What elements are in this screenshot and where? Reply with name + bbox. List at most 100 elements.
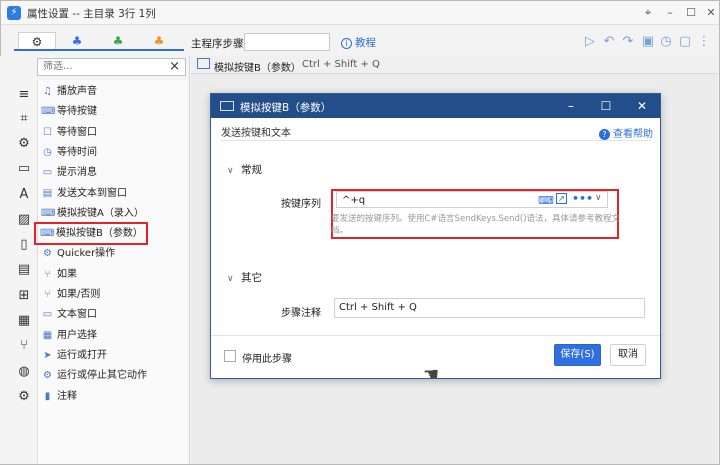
window-titlebar: ⚡ 属性设置 -- 主目录 3行 1列 ⌖ – ☐ ✕ [1,1,719,25]
green-cubes-icon: ♣ [112,34,124,48]
list-item[interactable]: ⌨ 模拟按键A（录入） [37,204,187,223]
list-item-icon: ☐ [43,126,52,138]
list-item[interactable]: ☐ 等待窗口 [37,123,187,142]
section-general[interactable]: ∨ 常规 [227,162,262,177]
maximize-icon[interactable]: ☐ [682,4,700,22]
branch-icon[interactable]: ⑂ [15,337,33,355]
hotkey-help-text: 要发送的按键序列。使用C#语言SendKeys.Send()语法，具体请参考教程… [331,214,621,236]
list-item[interactable]: ⌨ 模拟按键B（参数） [34,222,148,246]
list-item[interactable]: ♫ 播放声音 [37,82,187,101]
clear-icon[interactable]: × [169,59,180,75]
main-steps-input[interactable] [244,33,330,51]
more-icon[interactable]: ••• [572,192,593,205]
cancel-button[interactable]: 取消 [610,344,646,366]
table-icon[interactable]: ▦ [15,312,33,330]
disable-checkbox[interactable] [224,350,236,362]
chevron-down-icon[interactable]: ∨ [595,193,602,203]
list-item-label: 等待窗口 [57,126,97,138]
keyboard-icon[interactable]: ⌨ [538,194,554,207]
bookmark-icon[interactable]: ⌗ [15,110,33,128]
save-button[interactable]: 保存(S) [554,344,601,366]
redo-icon[interactable]: ↷ [620,34,636,50]
tutorial-label: 教程 [355,37,376,49]
close-icon[interactable]: ✕ [702,4,720,22]
list-item[interactable]: ⌨ 等待按键 [37,102,187,121]
globe-icon[interactable]: ◍ [15,363,33,381]
list-item[interactable]: ⑂ 如果/否则 [37,285,187,304]
list-item-icon: ⚙ [43,248,52,260]
list-item-label: 运行或打开 [57,349,107,361]
list-item-label: 发送文本到窗口 [57,187,127,199]
list-item-label: 等待按键 [57,106,97,118]
app-icon: ⚡ [7,6,21,20]
list-item-label: Quicker操作 [57,248,116,260]
divider [211,335,660,336]
clipboard-icon[interactable]: ▯ [15,236,33,254]
gears-small-icon[interactable]: ⚙ [15,388,33,406]
note-input[interactable]: Ctrl + Shift + Q [334,298,645,318]
list-item[interactable]: ▭ 文本窗口 [37,305,187,324]
list-item[interactable]: ⑂ 如果 [37,265,187,284]
list-item[interactable]: ▮ 注释 [37,387,187,406]
dialog-maximize-icon[interactable]: ☐ [597,97,615,115]
section-other[interactable]: ∨ 其它 [227,270,262,285]
list-item-icon: ⚙ [43,370,52,382]
tab-blue-cubes[interactable]: ♣ [58,32,96,50]
tab-orange-cubes[interactable]: ♣ [140,32,178,50]
list-item[interactable]: ▤ 发送文本到窗口 [37,184,187,203]
list-item[interactable]: ⚙ Quicker操作 [37,244,187,263]
save-icon[interactable]: ▣ [640,34,656,50]
list-item-label: 注释 [57,390,77,402]
tab-green-cubes[interactable]: ♣ [99,32,137,50]
list-item[interactable]: ⚙ 运行或停止其它动作 [37,366,187,385]
pin-icon[interactable]: ⌖ [639,4,657,22]
minimize-icon[interactable]: – [661,4,679,22]
help-link[interactable]: ? 查看帮助 [599,125,653,140]
list-item-icon: ▦ [42,329,53,341]
open-external-icon[interactable]: ↗ [556,193,567,204]
dialog-close-icon[interactable]: ✕ [633,97,651,115]
hand-cursor-icon: ☚ [423,364,440,385]
list-item-icon: ⌨ [40,228,55,240]
list-item-icon: ⑂ [44,268,51,280]
keyboard-icon [197,58,210,69]
window-title: 属性设置 -- 主目录 3行 1列 [27,8,156,20]
chevron-down-icon: ∨ [227,274,234,284]
document-icon[interactable]: ▤ [15,261,33,279]
list-item[interactable]: ▦ 用户选择 [37,326,187,345]
list-item[interactable]: ▭ 提示消息 [37,163,187,182]
step-dialog: 模拟按键B（参数） – ☐ ✕ 发送按键和文本 ? 查看帮助 ∨ 常规 按键序列 ^… [210,93,661,379]
clock-icon[interactable]: ◷ [658,34,674,50]
run-icon[interactable]: ▷ [582,34,598,50]
note-label: 步骤注释 [281,308,321,319]
hotkey-input[interactable] [336,191,608,208]
tutorial-link[interactable]: i 教程 [341,35,376,50]
list-item-icon: ▭ [42,167,53,179]
main-steps-label: 主程序步骤: [191,38,248,50]
windows-icon[interactable]: ⊞ [15,287,33,305]
section-general-label: 常规 [241,164,262,176]
image-icon[interactable]: ▨ [15,211,33,229]
list-item-icon: ▮ [44,390,51,402]
undo-icon[interactable]: ↶ [601,34,617,50]
breadcrumb-title[interactable]: 模拟按键B（参数） [214,59,301,74]
list-item[interactable]: ◷ 等待时间 [37,143,187,162]
list-item-label: 文本窗口 [57,309,97,321]
text-icon[interactable]: A [15,186,33,204]
more-icon[interactable]: ⋮ [696,34,712,50]
section-other-label: 其它 [241,272,262,284]
comment-icon[interactable]: ▢ [677,34,693,50]
settings-icon[interactable]: ⚙ [15,135,33,153]
window-icon[interactable]: ▭ [15,160,33,178]
dialog-minimize-icon[interactable]: – [562,97,580,115]
blue-cubes-icon: ♣ [71,34,83,48]
disable-label[interactable]: 停用此步骤 [242,350,292,365]
tab-gears[interactable]: ⚙ [18,32,56,50]
hotkey-value[interactable]: ^+q [342,195,365,206]
menu-icon[interactable]: ≡ [15,86,33,104]
list-item-label: 如果/否则 [57,289,101,300]
search-input[interactable] [43,61,163,72]
search-box[interactable]: × [37,58,186,76]
list-item[interactable]: ➤ 运行或打开 [37,346,187,365]
list-item-label: 如果 [57,268,77,280]
